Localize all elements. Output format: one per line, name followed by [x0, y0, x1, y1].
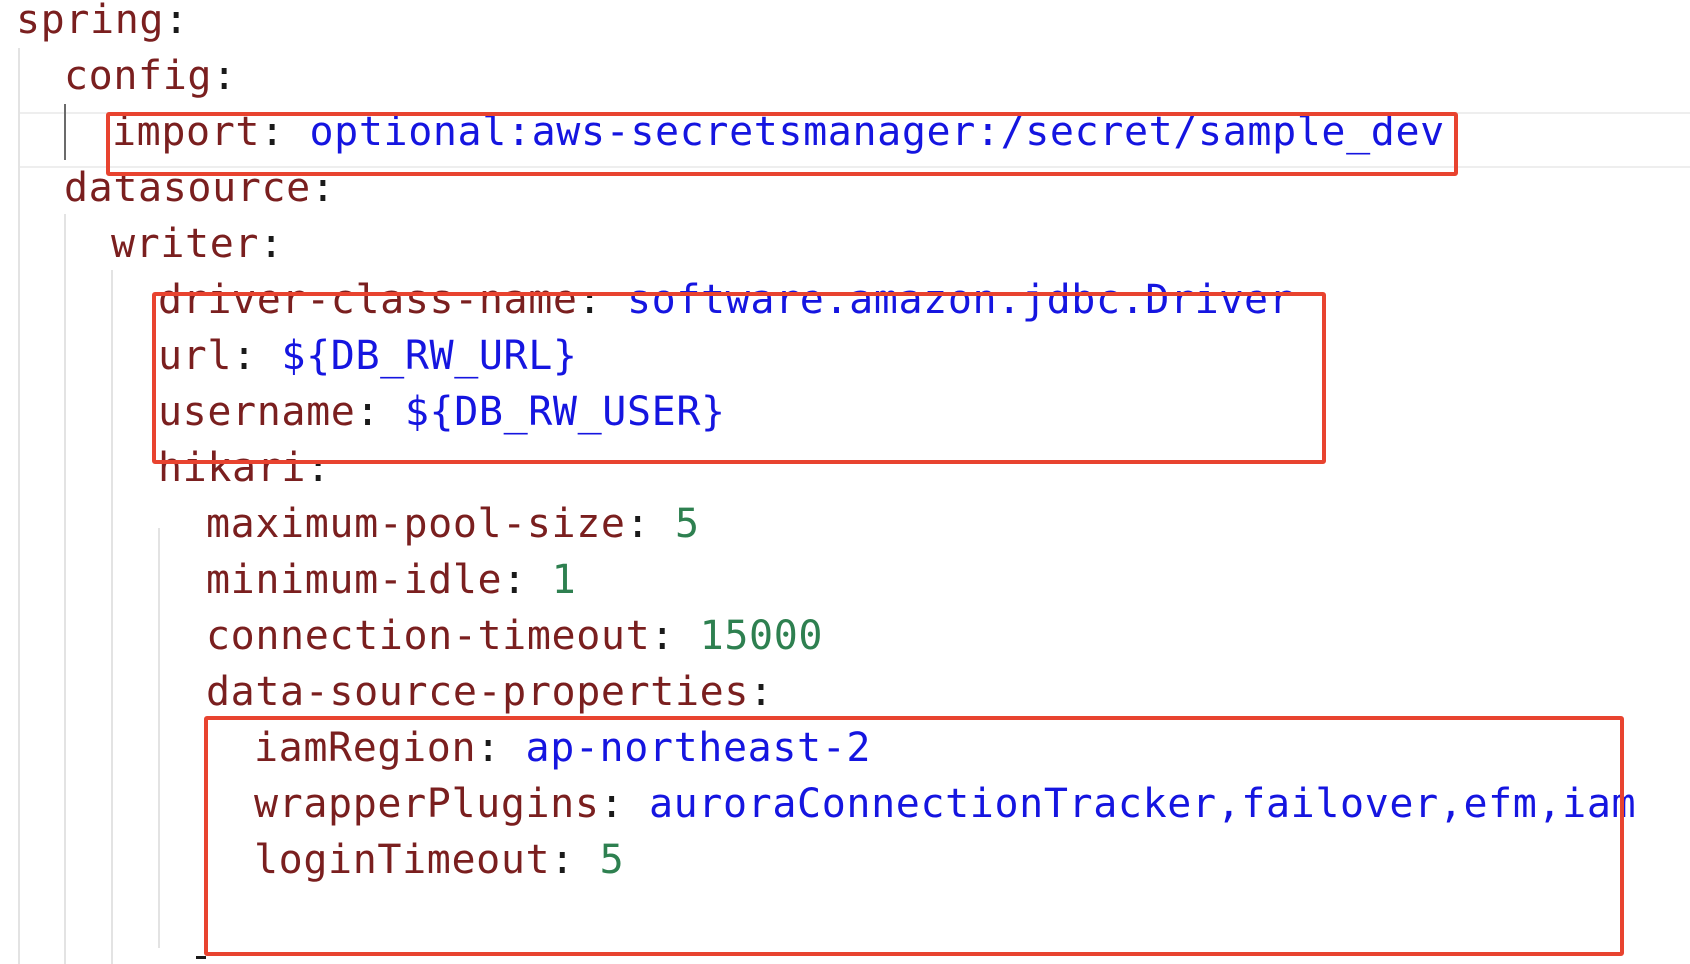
yaml-key: spring [16, 0, 165, 43]
yaml-key: minimum-idle [206, 557, 503, 603]
code-line[interactable]: minimum-idle: 1 [206, 550, 576, 610]
code-line[interactable]: maximum-pool-size: 5 [206, 494, 700, 554]
yaml-colon: : [502, 557, 552, 603]
yaml-colon: : [625, 501, 675, 547]
highlight-box-import [106, 112, 1458, 176]
yaml-key: connection-timeout [206, 613, 651, 659]
code-line[interactable]: config: [64, 46, 237, 106]
yaml-key: data-source-properties [206, 669, 750, 715]
highlight-box-datasource-writer [152, 292, 1326, 464]
indent-guide [64, 214, 66, 964]
fold-marker-icon [196, 956, 206, 964]
indent-guide [18, 48, 20, 964]
yaml-colon: : [164, 0, 189, 43]
yaml-number-value: 5 [674, 501, 700, 547]
indent-guide [158, 528, 160, 948]
yaml-number-value: 15000 [699, 613, 824, 659]
highlight-box-data-source-properties [204, 716, 1624, 956]
yaml-key: maximum-pool-size [206, 501, 626, 547]
yaml-colon: : [212, 53, 237, 99]
yaml-key: writer [111, 221, 260, 267]
yaml-number-value: 1 [551, 557, 577, 603]
yaml-code-editor[interactable]: spring: config: import: optional:aws-sec… [0, 0, 1690, 964]
yaml-colon: : [259, 221, 284, 267]
indent-guide-active [64, 104, 66, 160]
code-line[interactable]: connection-timeout: 15000 [206, 606, 823, 666]
code-line[interactable]: writer: [111, 214, 284, 274]
yaml-colon: : [749, 669, 774, 715]
yaml-key: config [64, 53, 213, 99]
yaml-colon: : [650, 613, 700, 659]
code-line[interactable]: data-source-properties: [206, 662, 774, 722]
code-line[interactable]: spring: [16, 0, 189, 50]
indent-guide [111, 270, 113, 964]
